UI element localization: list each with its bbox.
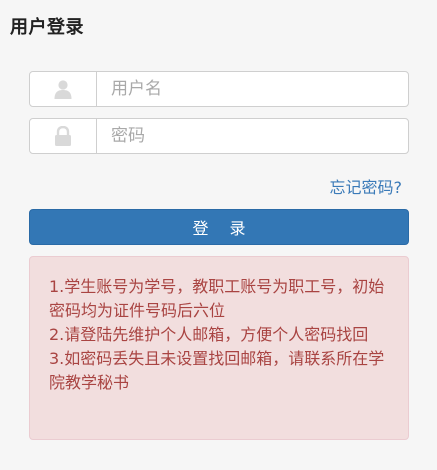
login-button[interactable]: 登 录 (29, 209, 409, 245)
lock-icon (30, 119, 97, 153)
user-icon (30, 72, 97, 106)
login-notice: 1.学生账号为学号，教职工账号为职工号，初始密码均为证件号码后六位 2.请登陆先… (29, 256, 409, 440)
forgot-password-link[interactable]: 忘记密码? (330, 174, 403, 198)
password-field[interactable] (29, 118, 409, 154)
notice-line-1: 1.学生账号为学号，教职工账号为职工号，初始密码均为证件号码后六位 (49, 277, 385, 320)
password-input[interactable] (97, 119, 408, 153)
notice-line-2: 2.请登陆先维护个人邮箱，方便个人密码找回 (49, 325, 369, 344)
username-field[interactable] (29, 71, 409, 107)
username-input[interactable] (97, 72, 408, 106)
notice-line-3: 3.如密码丢失且未设置找回邮箱，请联系所在学院教学秘书 (49, 349, 385, 392)
page-title: 用户登录 (10, 17, 84, 38)
